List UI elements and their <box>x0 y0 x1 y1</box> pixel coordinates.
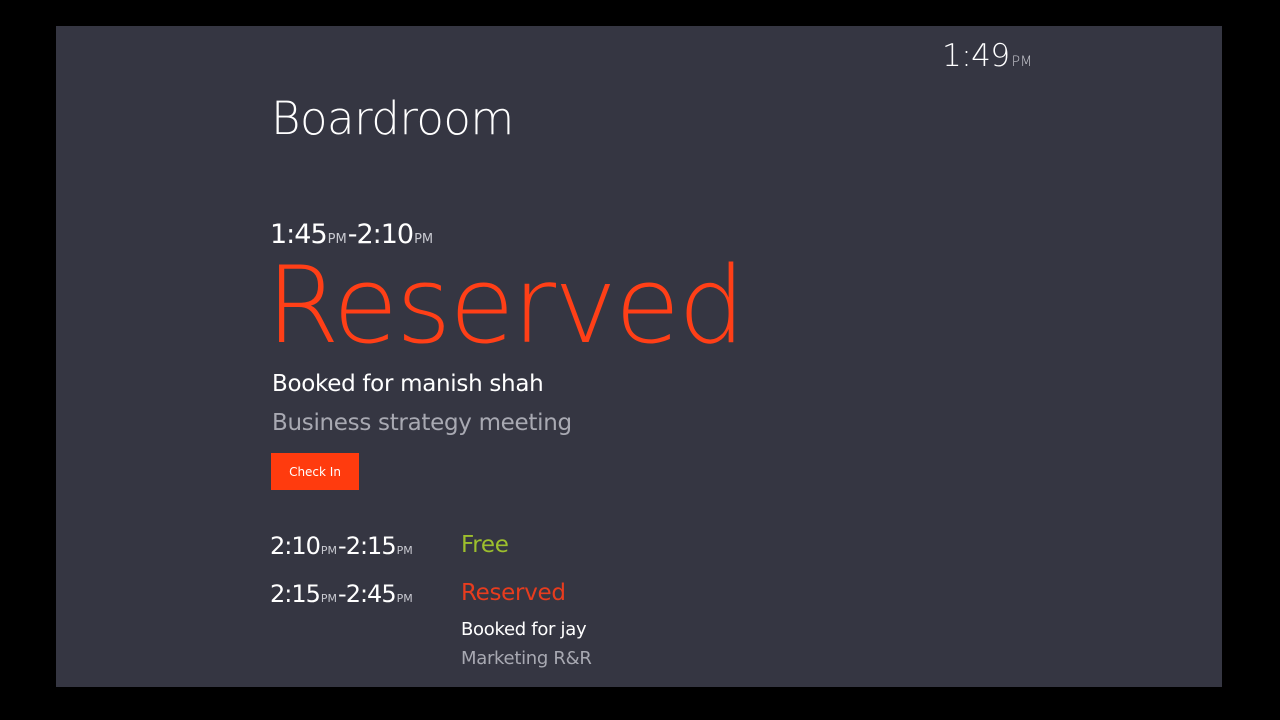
check-in-button[interactable]: Check In <box>271 453 359 490</box>
current-time-value: 1:49 <box>942 38 1010 74</box>
room-display-screen: 1:49 PM Boardroom 1:45PM-2:10PM Reserved … <box>56 26 1222 687</box>
time-separator: - <box>338 532 347 560</box>
upcoming-end-ampm: PM <box>396 592 413 605</box>
current-time-ampm: PM <box>1011 54 1033 70</box>
current-status: Reserved <box>266 244 745 367</box>
upcoming-end-time: 2:45 <box>345 580 397 608</box>
upcoming-start-time: 2:15 <box>270 580 321 608</box>
upcoming-end-time: 2:15 <box>345 532 397 560</box>
current-meeting-subject: Business strategy meeting <box>272 410 572 436</box>
current-time: 1:49 PM <box>942 38 1032 74</box>
current-booked-for: Booked for manish shah <box>272 371 544 397</box>
upcoming-start-ampm: PM <box>320 592 338 605</box>
upcoming-meeting-subject: Marketing R&R <box>461 648 592 669</box>
upcoming-end-ampm: PM <box>396 544 413 557</box>
upcoming-time-range: 2:15PM-2:45PM <box>270 580 414 608</box>
upcoming-status-reserved: Reserved <box>461 580 566 606</box>
upcoming-booked-for: Booked for jay <box>461 619 587 640</box>
upcoming-start-time: 2:10 <box>270 532 321 560</box>
upcoming-status-free: Free <box>461 532 509 558</box>
room-name: Boardroom <box>271 92 514 145</box>
time-separator: - <box>338 580 347 608</box>
upcoming-time-range: 2:10PM-2:15PM <box>270 532 414 560</box>
upcoming-start-ampm: PM <box>320 544 338 557</box>
